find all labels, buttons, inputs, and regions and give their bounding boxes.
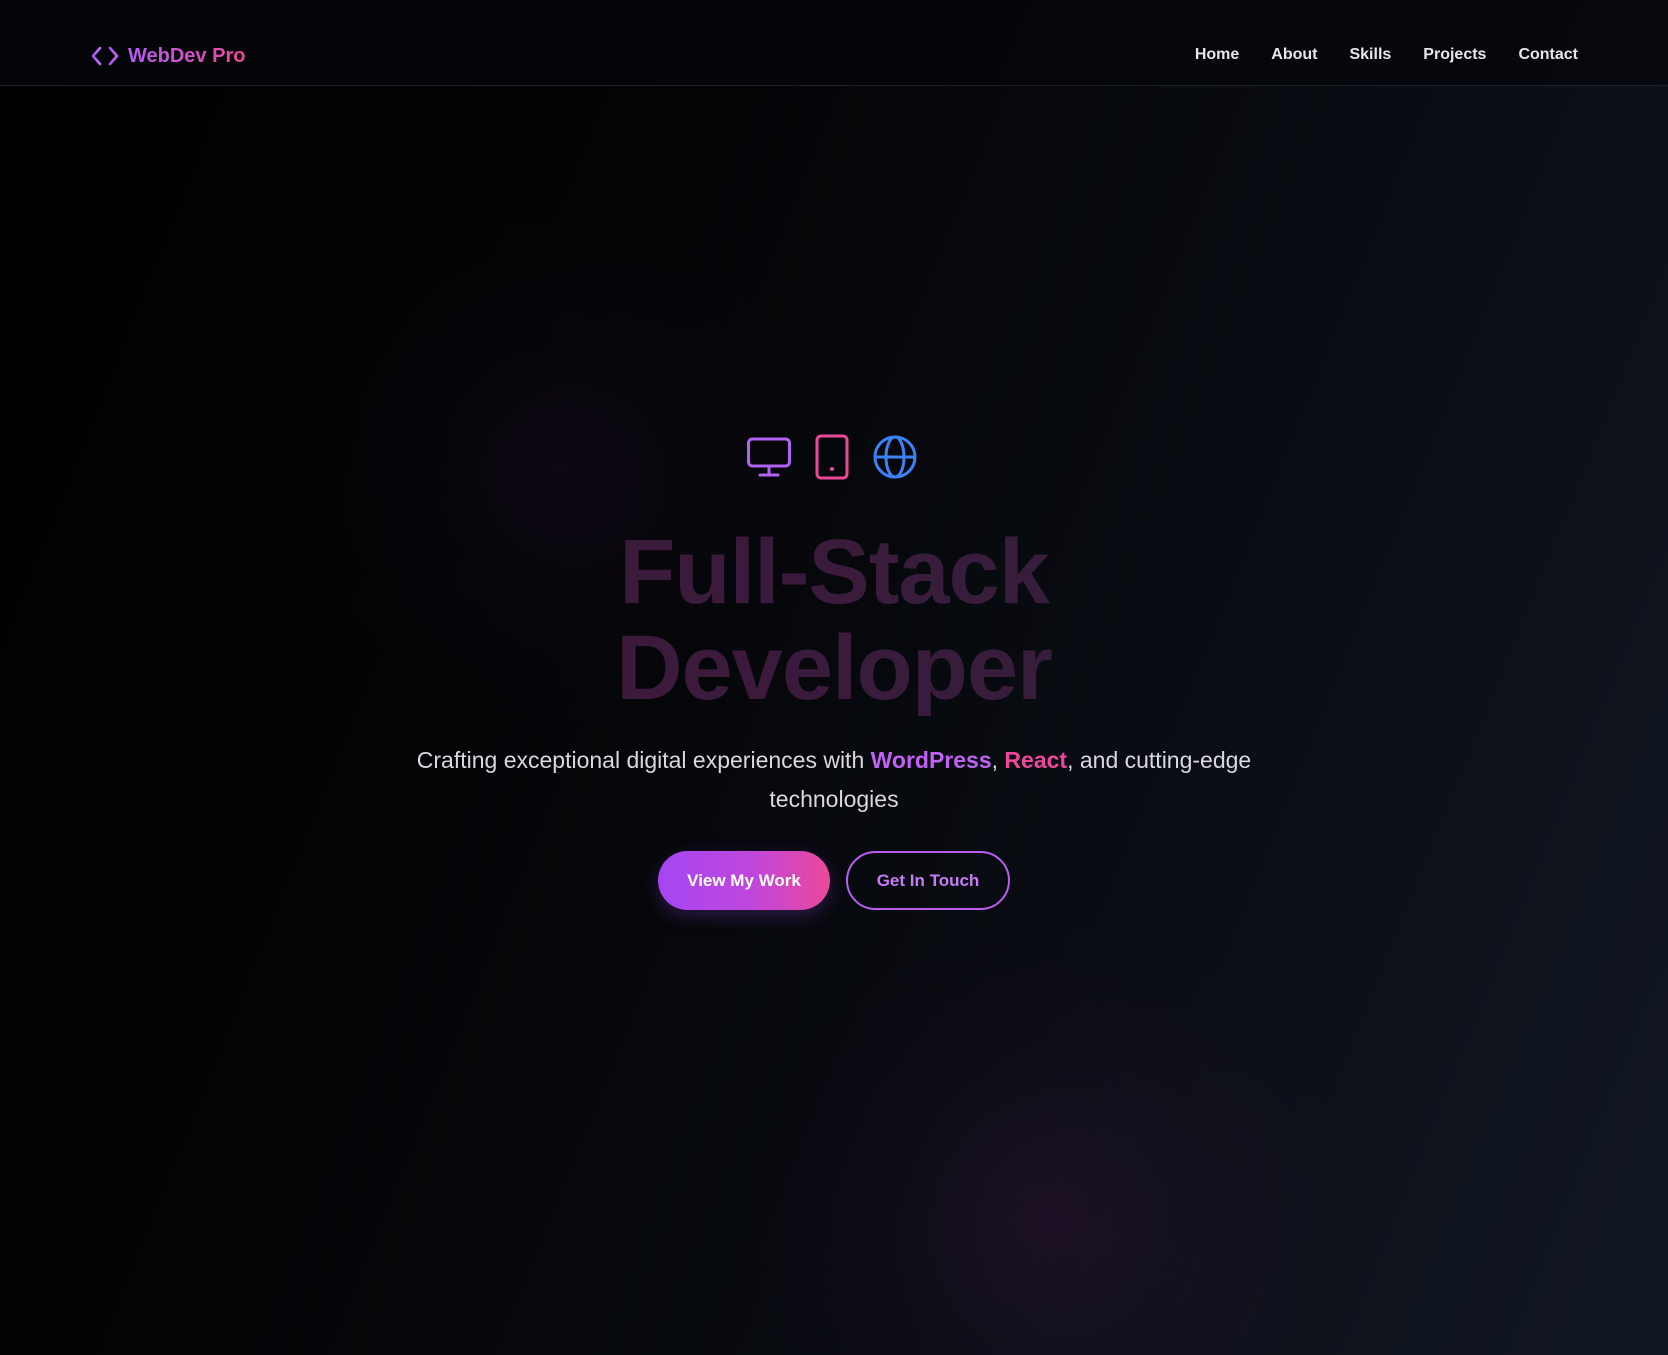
tablet-icon <box>815 434 849 480</box>
nav-item-skills[interactable]: Skills <box>1349 42 1391 68</box>
nav-item-home[interactable]: Home <box>1195 42 1239 68</box>
tagline-prefix: Crafting exceptional digital experiences… <box>416 747 871 773</box>
hero-headline-line1: Full-Stack <box>619 521 1049 623</box>
main-nav: Home About Skills Projects Contact <box>1195 42 1578 68</box>
globe-icon <box>873 435 917 479</box>
tagline-wordpress: WordPress <box>870 747 992 773</box>
navbar: WebDev Pro Home About Skills Projects Co… <box>0 0 1668 86</box>
tagline-separator: , <box>991 747 1005 773</box>
nav-item-projects[interactable]: Projects <box>1423 42 1486 68</box>
brand-logo[interactable]: WebDev Pro <box>90 41 245 71</box>
view-my-work-button[interactable]: View My Work <box>658 851 830 910</box>
nav-item-about[interactable]: About <box>1271 42 1317 68</box>
code-brackets-icon <box>91 46 119 66</box>
brand-name: WebDev Pro <box>128 41 245 71</box>
tagline-react: React <box>1004 747 1068 773</box>
get-in-touch-button[interactable]: Get In Touch <box>846 851 1010 910</box>
hero-headline-line2: Developer <box>616 617 1052 719</box>
hero-icon-row <box>746 434 918 480</box>
hero-headline: Full-Stack Developer <box>0 524 1668 716</box>
hero-tagline: Crafting exceptional digital experiences… <box>384 741 1284 819</box>
nav-item-contact[interactable]: Contact <box>1518 42 1578 68</box>
monitor-icon <box>747 437 791 477</box>
